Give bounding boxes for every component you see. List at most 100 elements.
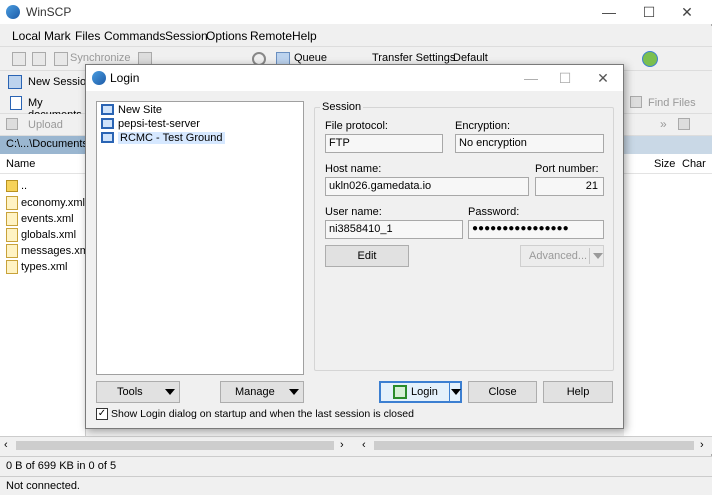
- menu-local[interactable]: Local: [12, 29, 41, 43]
- monitor-icon: [101, 117, 114, 129]
- login-title: Login: [110, 71, 140, 85]
- tools-button[interactable]: Tools: [96, 381, 180, 403]
- scroll-right-icon[interactable]: ›: [340, 439, 344, 451]
- list-item[interactable]: events.xml: [0, 212, 85, 228]
- upload-button[interactable]: Upload: [28, 119, 63, 131]
- minimize-button[interactable]: —: [514, 67, 548, 89]
- minimize-button[interactable]: —: [594, 2, 624, 22]
- user-name-label: User name:: [325, 206, 382, 218]
- maximize-button[interactable]: ☐: [548, 67, 582, 89]
- monitor-icon: [101, 131, 114, 143]
- title-bar: WinSCP — ☐ ✕: [0, 0, 712, 24]
- site-item-pepsi-test-server[interactable]: pepsi-test-server: [101, 117, 200, 132]
- column-name-header[interactable]: Name: [0, 154, 85, 174]
- menu-remote[interactable]: Remote: [250, 29, 292, 43]
- local-location-row: My documents: [0, 92, 85, 121]
- column-size-header[interactable]: Size: [654, 158, 675, 170]
- close-dialog-button[interactable]: ✕: [586, 67, 620, 89]
- menu-bar: Local Mark Files Commands Session Option…: [0, 26, 712, 46]
- encryption-select[interactable]: No encryption: [455, 134, 604, 153]
- close-button[interactable]: Close: [468, 381, 537, 403]
- show-login-checkbox-label: Show Login dialog on startup and when th…: [111, 408, 414, 420]
- site-item-new-site[interactable]: New Site: [101, 103, 162, 118]
- find-files-icon[interactable]: [630, 96, 642, 108]
- manage-button[interactable]: Manage: [220, 381, 304, 403]
- menu-session[interactable]: Session: [165, 29, 208, 43]
- dropdown-separator: [589, 248, 590, 264]
- remote-panel: Find Files » Size Char: [624, 92, 712, 452]
- password-field[interactable]: ●●●●●●●●●●●●●●●●: [468, 220, 604, 239]
- list-item[interactable]: types.xml: [0, 260, 85, 276]
- column-changed-header[interactable]: Char: [682, 158, 706, 170]
- find-files-button[interactable]: Find Files: [648, 97, 696, 109]
- scroll-left-icon[interactable]: ‹: [362, 439, 366, 451]
- edit-button[interactable]: Edit: [325, 245, 409, 267]
- connection-status: Not connected.: [0, 476, 712, 495]
- xml-file-icon: [6, 244, 18, 258]
- winscp-logo-icon: [6, 5, 20, 19]
- file-protocol-select[interactable]: FTP: [325, 134, 443, 153]
- help-button[interactable]: Help: [543, 381, 613, 403]
- file-protocol-label: File protocol:: [325, 120, 388, 132]
- menu-commands[interactable]: Commands: [104, 29, 165, 43]
- transfer-status: 0 B of 699 KB in 0 of 5: [0, 456, 712, 476]
- queue-button[interactable]: Queue: [294, 52, 327, 64]
- login-icon: [393, 385, 407, 399]
- transfer-settings-select[interactable]: Default: [453, 52, 488, 64]
- host-name-field[interactable]: ukln026.gamedata.io: [325, 177, 529, 196]
- chevron-down-icon: [593, 253, 603, 259]
- remote-path-bar[interactable]: [624, 136, 712, 154]
- scroll-right-icon[interactable]: ›: [700, 439, 704, 451]
- session-group-label: Session: [320, 101, 364, 113]
- host-name-label: Host name:: [325, 163, 382, 175]
- port-number-label: Port number:: [535, 163, 599, 175]
- new-session-tab[interactable]: New Session: [28, 76, 92, 88]
- list-item[interactable]: globals.xml: [0, 228, 85, 244]
- close-window-button[interactable]: ✕: [672, 2, 702, 22]
- site-tree[interactable]: New Site pepsi-test-server RCMC - Test G…: [96, 101, 304, 375]
- parent-folder-icon: [6, 180, 18, 193]
- chevron-down-icon: [289, 389, 299, 395]
- list-item[interactable]: ..: [0, 180, 85, 196]
- winscp-logo-icon: [92, 71, 106, 85]
- synchronize-icon[interactable]: [54, 52, 68, 66]
- user-name-field[interactable]: ni3858410_1: [325, 220, 463, 239]
- menu-options[interactable]: Options: [206, 29, 247, 43]
- list-item[interactable]: messages.xml: [0, 244, 85, 260]
- list-item[interactable]: economy.xml: [0, 196, 85, 212]
- add-icon[interactable]: [12, 52, 26, 66]
- window-title: WinSCP: [26, 5, 72, 19]
- documents-icon: [10, 96, 22, 110]
- remote-column-headers: Size Char: [624, 154, 712, 174]
- synchronize-button[interactable]: Synchronize: [70, 52, 131, 64]
- encryption-label: Encryption:: [455, 120, 511, 132]
- chevron-down-icon: [451, 389, 461, 395]
- site-item-rcmc-test-ground[interactable]: RCMC - Test Ground: [101, 131, 225, 146]
- world-icon[interactable]: [642, 51, 658, 67]
- add-icon[interactable]: [678, 118, 690, 130]
- menu-files[interactable]: Files: [75, 29, 100, 43]
- xml-file-icon: [6, 212, 18, 226]
- remote-scrollbar[interactable]: [374, 441, 694, 450]
- menu-mark[interactable]: Mark: [44, 29, 71, 43]
- advanced-button[interactable]: Advanced...: [520, 245, 604, 267]
- local-panel: My documents Upload C:\...\Documents Nam…: [0, 92, 88, 452]
- transfer-settings-label: Transfer Settings: [372, 52, 456, 64]
- login-dialog: Login — ☐ ✕ New Site pepsi-test-server R…: [85, 64, 624, 429]
- login-button[interactable]: Login: [379, 381, 462, 403]
- maximize-button[interactable]: ☐: [634, 2, 664, 22]
- scroll-left-icon[interactable]: ‹: [4, 439, 8, 451]
- upload-icon[interactable]: [6, 118, 18, 130]
- port-number-field[interactable]: 21: [535, 177, 604, 196]
- local-scrollbar[interactable]: [16, 441, 334, 450]
- chevron-right-icon[interactable]: »: [660, 117, 667, 131]
- compare-icon[interactable]: [32, 52, 46, 66]
- login-title-bar: Login — ☐ ✕: [86, 65, 623, 91]
- chevron-down-icon: [165, 389, 175, 395]
- local-path-bar[interactable]: C:\...\Documents: [0, 136, 88, 154]
- menu-help[interactable]: Help: [292, 29, 317, 43]
- xml-file-icon: [6, 260, 18, 274]
- password-label: Password:: [468, 206, 520, 218]
- show-login-checkbox[interactable]: ✓: [96, 408, 108, 420]
- remote-actions-row: »: [624, 114, 712, 136]
